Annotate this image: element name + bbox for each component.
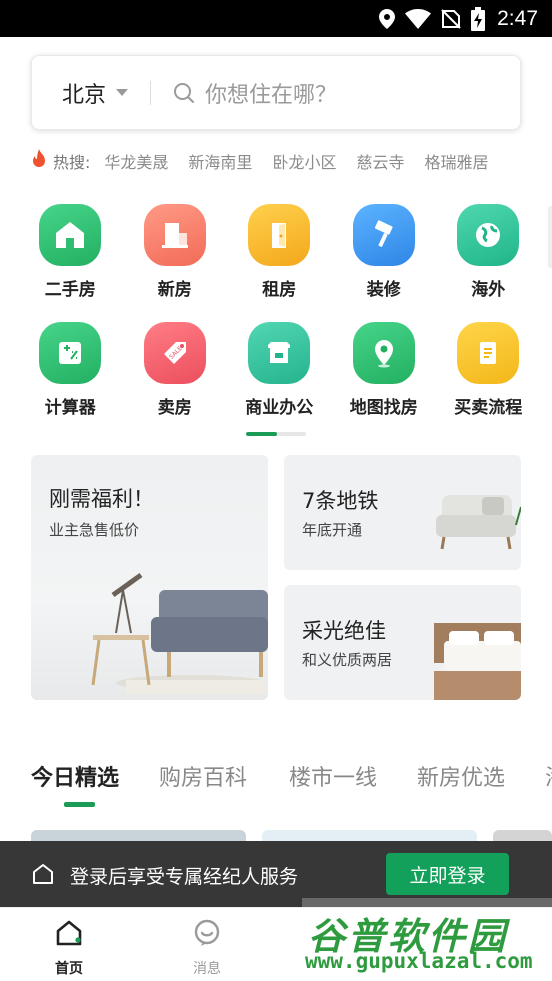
search-icon bbox=[173, 82, 195, 104]
nav-label: 消息 bbox=[193, 961, 221, 977]
search-input[interactable]: 你想住在哪？ bbox=[205, 77, 337, 109]
globe-icon bbox=[457, 204, 520, 266]
promo-title: 刚需福利！ bbox=[49, 487, 154, 511]
category-label: 买卖流程 bbox=[454, 398, 523, 418]
map-pin-icon bbox=[352, 322, 415, 384]
promo-card-sunlight[interactable]: 采光绝佳 和义优质两居 bbox=[284, 585, 521, 700]
category-calculator[interactable]: 计算器 bbox=[18, 322, 123, 440]
tab-more[interactable]: 海 bbox=[545, 760, 552, 792]
promo-subtitle: 业主急售低价 bbox=[49, 521, 140, 539]
category-label: 新房 bbox=[157, 280, 192, 300]
category-label: 卖房 bbox=[157, 398, 192, 418]
paint-brush-icon bbox=[352, 204, 415, 266]
shop-icon bbox=[248, 322, 311, 384]
category-overseas[interactable]: 海外 bbox=[436, 204, 541, 322]
active-tab-indicator bbox=[64, 802, 95, 807]
tab-market-news[interactable]: 楼市一线 bbox=[289, 760, 377, 792]
hot-search-item[interactable]: 新海南里 bbox=[188, 149, 252, 173]
home-outline-icon bbox=[31, 862, 55, 890]
document-icon bbox=[457, 322, 520, 384]
message-icon bbox=[192, 918, 222, 952]
category-label: 海外 bbox=[471, 280, 506, 300]
page-indicator-fill bbox=[246, 432, 277, 436]
promo-title: 采光绝佳 bbox=[302, 619, 386, 643]
status-icons: 2:47 bbox=[379, 0, 538, 37]
armchair-illustration bbox=[436, 495, 521, 550]
house-icon bbox=[39, 204, 102, 266]
promo-subtitle: 和义优质两居 bbox=[302, 651, 393, 669]
category-label: 地图找房 bbox=[349, 398, 418, 418]
category-map[interactable]: 地图找房 bbox=[332, 322, 437, 440]
hot-search-label: 热搜: bbox=[53, 153, 91, 172]
category-rent[interactable]: 租房 bbox=[227, 204, 332, 322]
tab-house-wiki[interactable]: 购房百科 bbox=[159, 760, 247, 792]
status-time: 2:47 bbox=[497, 6, 538, 30]
hot-search-item[interactable]: 华龙美晟 bbox=[104, 149, 168, 173]
city-label: 北京 bbox=[62, 82, 107, 108]
nav-label: 首页 bbox=[55, 961, 83, 977]
sale-tag-icon: SALE bbox=[143, 322, 206, 384]
watermark: 谷普软件园 www.gupuxlazal.com bbox=[302, 898, 552, 981]
category-process[interactable]: 买卖流程 bbox=[436, 322, 541, 440]
fire-icon bbox=[31, 149, 47, 173]
next-page-peek bbox=[548, 206, 552, 268]
hot-search-item[interactable]: 慈云寺 bbox=[356, 149, 404, 173]
category-newhouse[interactable]: 新房 bbox=[123, 204, 228, 322]
category-label: 商业办公 bbox=[245, 398, 314, 418]
living-room-illustration bbox=[91, 572, 268, 694]
category-decoration[interactable]: 装修 bbox=[332, 204, 437, 322]
tab-new-house-picks[interactable]: 新房优选 bbox=[417, 760, 505, 792]
wifi-icon bbox=[405, 8, 432, 29]
battery-charging-icon bbox=[471, 6, 486, 31]
chevron-down-icon bbox=[116, 89, 129, 96]
hot-search-row: 热搜: 华龙美晟 新海南里 卧龙小区 慈云寺 格瑞雅居 bbox=[31, 149, 508, 173]
category-commercial[interactable]: 商业办公 bbox=[227, 322, 332, 440]
category-label: 二手房 bbox=[44, 280, 96, 300]
category-row: 二手房 新房 租房 装修 海外 bbox=[18, 204, 548, 322]
category-secondhand[interactable]: 二手房 bbox=[18, 204, 123, 322]
content-tabs: 今日精选 购房百科 楼市一线 新房优选 海 bbox=[31, 760, 552, 800]
watermark-url: www.gupuxlazal.com bbox=[305, 949, 533, 973]
tab-today-picks[interactable]: 今日精选 bbox=[31, 760, 119, 792]
promo-subtitle: 年底开通 bbox=[302, 521, 363, 539]
status-bar: 2:47 bbox=[0, 0, 552, 37]
bed-illustration bbox=[434, 623, 521, 700]
nav-item-messages[interactable]: 消息 bbox=[177, 918, 237, 978]
category-row: 计算器 SALE 卖房 商业办公 地图找房 买卖流程 bbox=[18, 322, 548, 440]
hot-search-item[interactable]: 格瑞雅居 bbox=[424, 149, 488, 173]
calculator-icon bbox=[39, 322, 102, 384]
category-label: 装修 bbox=[366, 280, 401, 300]
login-button[interactable]: 立即登录 bbox=[386, 853, 509, 895]
search-divider bbox=[150, 80, 152, 105]
promo-card-subway[interactable]: 7条地铁 年底开通 bbox=[284, 455, 521, 570]
city-selector[interactable]: 北京 bbox=[62, 77, 129, 109]
nav-item-home[interactable]: 首页 bbox=[39, 918, 99, 978]
category-sell[interactable]: SALE 卖房 bbox=[123, 322, 228, 440]
search-bar[interactable]: 北京 你想住在哪？ bbox=[31, 55, 521, 130]
login-prompt: 登录后享受专属经纪人服务 bbox=[70, 866, 299, 888]
category-grid: 二手房 新房 租房 装修 海外 计算器 SALE 卖房 商业办公 地图找房 买卖… bbox=[18, 204, 548, 440]
hot-search-item[interactable]: 卧龙小区 bbox=[272, 149, 336, 173]
promo-card-main[interactable]: 刚需福利！ 业主急售低价 bbox=[31, 455, 268, 700]
location-icon bbox=[379, 8, 396, 29]
building-icon bbox=[143, 204, 206, 266]
no-sim-icon bbox=[441, 8, 461, 29]
category-label: 计算器 bbox=[44, 398, 96, 418]
promo-title: 7条地铁 bbox=[302, 489, 379, 513]
page-indicator bbox=[246, 432, 306, 436]
door-icon bbox=[248, 204, 311, 266]
home-icon bbox=[54, 918, 84, 952]
category-label: 租房 bbox=[262, 280, 297, 300]
